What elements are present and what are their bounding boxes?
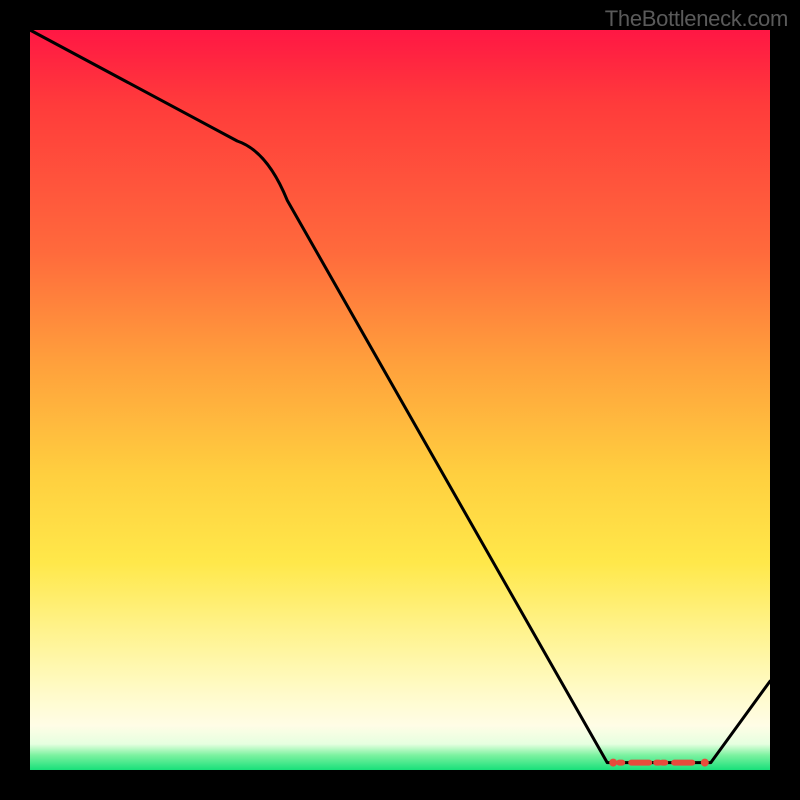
flat-segment-marker: [609, 759, 709, 767]
data-line: [30, 30, 770, 763]
chart-svg: [30, 30, 770, 770]
attribution-label: TheBottleneck.com: [605, 6, 788, 32]
plot-area: [30, 30, 770, 770]
chart-stage: TheBottleneck.com: [0, 0, 800, 800]
